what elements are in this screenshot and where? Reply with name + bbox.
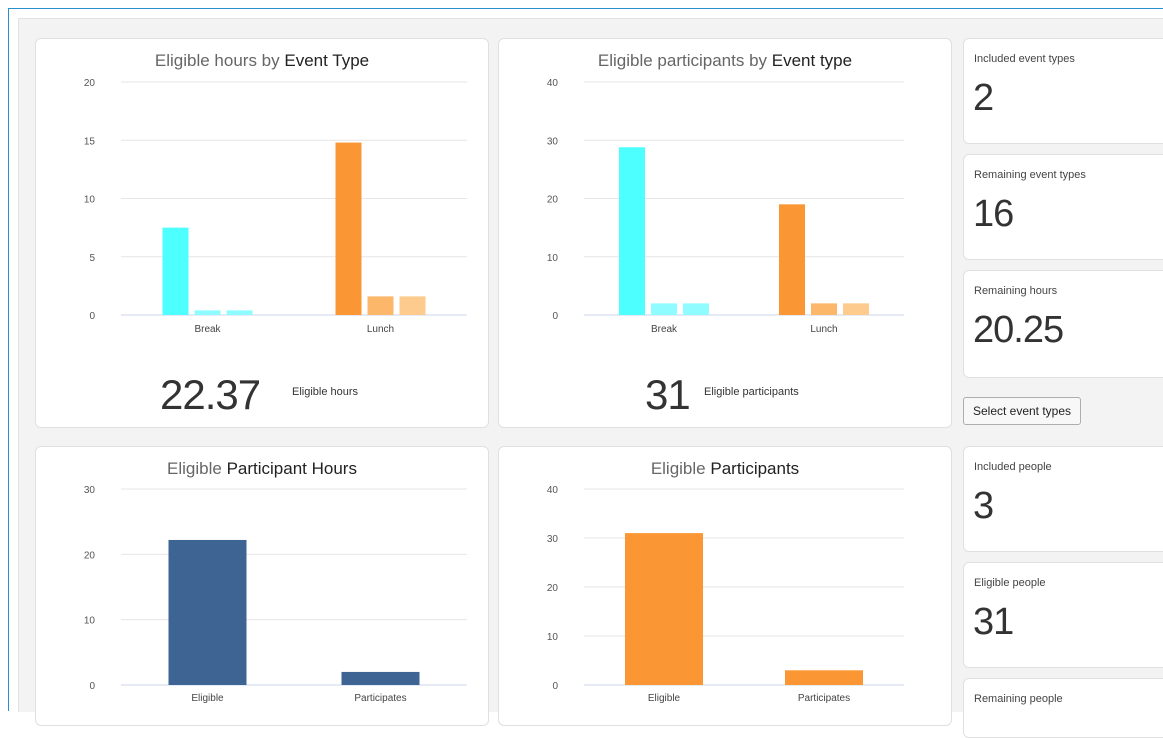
y-tick-label: 20 bbox=[84, 78, 96, 89]
x-tick-label: Eligible bbox=[648, 693, 681, 704]
y-tick-label: 20 bbox=[547, 195, 559, 206]
y-tick-label: 0 bbox=[89, 681, 95, 692]
kpi-value: 2 bbox=[973, 77, 994, 119]
y-tick-label: 20 bbox=[547, 583, 559, 594]
kpi-value: 3 bbox=[973, 485, 994, 527]
y-tick-label: 40 bbox=[547, 485, 559, 496]
eligible-hours-label: Eligible hours bbox=[292, 386, 359, 398]
y-tick-label: 5 bbox=[89, 253, 95, 264]
y-tick-label: 30 bbox=[547, 136, 559, 147]
kpi-eligible-people: Eligible people 31 bbox=[963, 562, 1163, 668]
kpi-label: Included event types bbox=[974, 53, 1075, 65]
bar bbox=[194, 310, 221, 315]
bar bbox=[811, 303, 837, 315]
kpi-label: Included people bbox=[974, 461, 1052, 473]
bar bbox=[619, 147, 645, 315]
participant-hours-card: Eligible Participant Hours 0 10 20 30 Eligib… bbox=[35, 446, 489, 726]
participant-hours-chart: 0 10 20 30 Eligible Participates bbox=[84, 485, 467, 704]
y-tick-label: 30 bbox=[547, 534, 559, 545]
kpi-label: Remaining people bbox=[974, 693, 1063, 705]
kpi-label: Remaining event types bbox=[974, 169, 1086, 181]
kpi-remaining-hours: Remaining hours 20.25 bbox=[963, 270, 1163, 378]
y-tick-label: 20 bbox=[84, 550, 96, 561]
x-tick-label: Break bbox=[194, 324, 221, 335]
kpi-value: 16 bbox=[973, 193, 1014, 235]
kpi-included-people: Included people 3 bbox=[963, 446, 1163, 552]
participants-chart: 0 10 20 30 40 Eligible Participates bbox=[547, 485, 904, 704]
participants-by-event-type-chart: 0 10 20 30 40 Break Lunch bbox=[547, 78, 904, 335]
hours-by-event-type-card: Eligible hours by Event Type 0 5 10 15 20 Bre… bbox=[35, 38, 489, 428]
bar bbox=[226, 310, 253, 315]
kpi-included-event-types: Included event types 2 bbox=[963, 38, 1163, 144]
participants-by-event-type-card: Eligible participants by Event type 0 10 2… bbox=[498, 38, 952, 428]
y-tick-label: 0 bbox=[552, 681, 558, 692]
x-tick-label: Participates bbox=[798, 693, 850, 704]
y-tick-label: 10 bbox=[547, 253, 559, 264]
y-tick-label: 30 bbox=[84, 485, 96, 496]
eligible-participants-value: 31 bbox=[645, 371, 691, 418]
x-tick-label: Participates bbox=[354, 693, 406, 704]
kpi-label: Eligible people bbox=[974, 577, 1046, 589]
bar bbox=[785, 670, 863, 685]
eligible-hours-value: 22.37 bbox=[160, 371, 261, 418]
select-event-types-button[interactable]: Select event types bbox=[963, 397, 1081, 425]
x-tick-label: Eligible bbox=[191, 693, 224, 704]
x-tick-label: Lunch bbox=[367, 324, 394, 335]
bar bbox=[651, 303, 677, 315]
bar bbox=[162, 227, 189, 315]
y-tick-label: 10 bbox=[84, 195, 96, 206]
y-tick-label: 0 bbox=[89, 311, 95, 322]
bar bbox=[843, 303, 869, 315]
y-tick-label: 40 bbox=[547, 78, 559, 89]
x-tick-label: Lunch bbox=[810, 324, 837, 335]
bar bbox=[341, 671, 420, 685]
kpi-remaining-people: Remaining people bbox=[963, 678, 1163, 738]
x-tick-label: Break bbox=[651, 324, 678, 335]
y-tick-label: 0 bbox=[552, 311, 558, 322]
bar bbox=[683, 303, 709, 315]
y-tick-label: 15 bbox=[84, 136, 96, 147]
bar bbox=[168, 539, 247, 685]
kpi-label: Remaining hours bbox=[974, 285, 1058, 297]
kpi-value: 31 bbox=[973, 601, 1014, 643]
kpi-value: 20.25 bbox=[973, 309, 1064, 351]
y-tick-label: 10 bbox=[547, 632, 559, 643]
bar bbox=[779, 204, 805, 315]
bar bbox=[367, 296, 394, 315]
bar bbox=[335, 142, 362, 315]
bar bbox=[399, 296, 426, 315]
eligible-participants-label: Eligible participants bbox=[704, 386, 799, 398]
hours-by-event-type-chart: 0 5 10 15 20 Break Lunch bbox=[84, 78, 467, 335]
participants-card: Eligible Participants 0 10 20 30 40 Eligible P… bbox=[498, 446, 952, 726]
y-tick-label: 10 bbox=[84, 616, 96, 627]
bar bbox=[625, 533, 703, 685]
kpi-remaining-event-types: Remaining event types 16 bbox=[963, 154, 1163, 260]
